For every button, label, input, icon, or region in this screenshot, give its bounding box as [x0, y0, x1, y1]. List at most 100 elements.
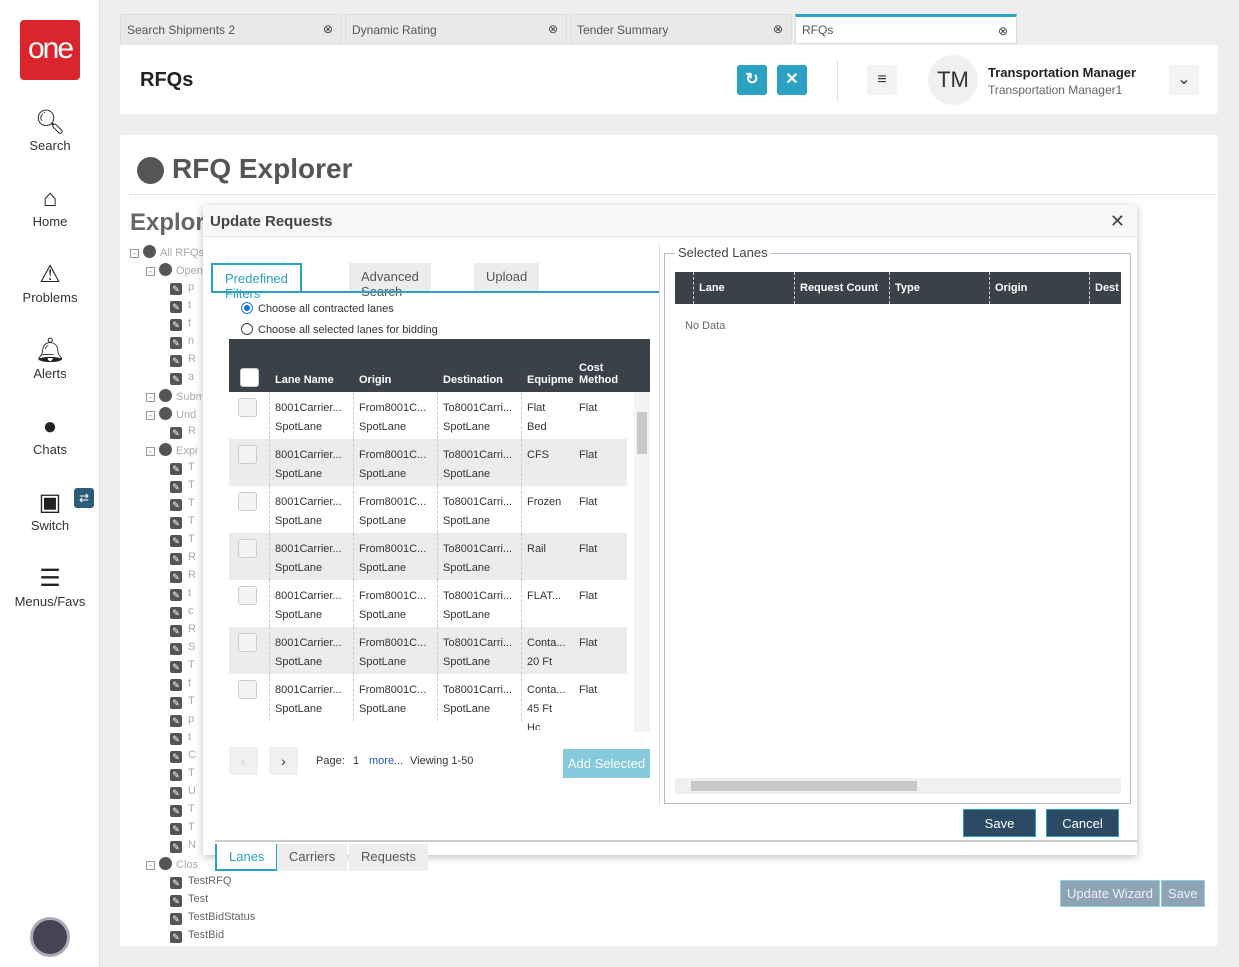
tree-item[interactable]: ✎ t: [170, 677, 191, 695]
tree-item[interactable]: ✎ t: [170, 731, 191, 749]
table-row[interactable]: 8001Carrier... SpotLane From8001C... SpotLa…: [229, 392, 627, 439]
radio-contracted-lanes[interactable]: Choose all contracted lanes: [241, 302, 394, 315]
close-icon[interactable]: ⊗: [548, 22, 558, 36]
close-icon[interactable]: ⊗: [323, 22, 333, 36]
tree-item[interactable]: - All RFQs: [130, 245, 204, 263]
tree-item[interactable]: ✎ R: [170, 551, 196, 569]
grid-scrollbar[interactable]: [634, 392, 650, 732]
collapse-icon[interactable]: -: [146, 861, 155, 870]
tree-item[interactable]: ✎ T: [170, 497, 195, 515]
tree-item[interactable]: ✎ Test: [170, 893, 208, 911]
nav-menus[interactable]: ☰ Menus/Favs: [0, 564, 100, 609]
nav-alerts[interactable]: 🔔︎ Alerts: [0, 336, 100, 381]
collapse-icon[interactable]: -: [146, 447, 155, 456]
nav-problems[interactable]: ⚠︎ Problems: [0, 260, 100, 305]
tree-item[interactable]: ✎ p: [170, 281, 194, 299]
table-row[interactable]: 8001Carrier... SpotLane From8001C... SpotLa…: [229, 674, 627, 730]
avatar[interactable]: TM: [928, 55, 978, 105]
collapse-icon[interactable]: -: [146, 393, 155, 402]
tree-item[interactable]: ✎ T: [170, 515, 195, 533]
row-checkbox[interactable]: [238, 633, 257, 652]
tree-item[interactable]: ✎ p: [170, 713, 194, 731]
tree-item[interactable]: ✎ TestBid: [170, 929, 224, 947]
horizontal-scrollbar[interactable]: [675, 778, 1121, 794]
tree-item[interactable]: ✎ N: [170, 839, 196, 857]
tab-advanced-search[interactable]: Advanced Search: [349, 263, 431, 299]
tab-lanes[interactable]: Lanes: [215, 844, 279, 871]
col-lane-name[interactable]: Lane Name: [275, 374, 334, 386]
tree-item[interactable]: ✎ T: [170, 695, 195, 713]
tree-item[interactable]: ✎ C: [170, 749, 196, 767]
tree-item[interactable]: - Clos: [146, 857, 198, 875]
app-logo[interactable]: one: [20, 20, 80, 80]
nav-search[interactable]: 🔍︎ Search: [0, 108, 100, 153]
tree-item[interactable]: ✎ t: [170, 317, 191, 335]
tab-tender-summary[interactable]: Tender Summary ⊗: [570, 14, 792, 44]
col-type[interactable]: Type: [889, 272, 920, 304]
tree-item[interactable]: ✎ TestBidStatus: [170, 911, 255, 929]
tab-carriers[interactable]: Carriers: [277, 844, 348, 871]
hamburger-menu-button[interactable]: ≡: [867, 65, 897, 95]
col-destination[interactable]: Destination: [443, 374, 503, 386]
update-wizard-button[interactable]: Update Wizard: [1060, 880, 1160, 907]
tree-item[interactable]: ✎ R: [170, 425, 196, 443]
tree-item[interactable]: ✎ T: [170, 461, 195, 479]
tree-item[interactable]: ✎ U: [170, 785, 196, 803]
row-checkbox[interactable]: [238, 445, 257, 464]
tree-item[interactable]: - Open: [146, 263, 203, 281]
close-button[interactable]: ✕: [777, 65, 807, 95]
table-row[interactable]: 8001Carrier... SpotLane From8001C... SpotLa…: [229, 580, 627, 627]
collapse-icon[interactable]: -: [146, 267, 155, 276]
dialog-save-button[interactable]: Save: [963, 809, 1036, 837]
col-origin[interactable]: Origin: [359, 374, 391, 386]
tab-predefined-filters[interactable]: Predefined Filters: [211, 263, 302, 301]
tree-item[interactable]: ✎ T: [170, 821, 195, 839]
tree-item[interactable]: - Expi: [146, 443, 197, 461]
tab-requests[interactable]: Requests: [349, 844, 428, 871]
tab-search-shipments[interactable]: Search Shipments 2 ⊗: [120, 14, 342, 44]
more-link[interactable]: more...: [369, 755, 403, 767]
splitter-handle[interactable]: [659, 245, 663, 805]
table-row[interactable]: 8001Carrier... SpotLane From8001C... SpotLa…: [229, 533, 627, 580]
close-icon[interactable]: ✕: [1110, 211, 1125, 232]
col-origin[interactable]: Origin: [989, 272, 1027, 304]
col-dest[interactable]: Dest: [1089, 272, 1119, 304]
tree-item[interactable]: ✎ a: [170, 371, 194, 389]
row-checkbox[interactable]: [238, 539, 257, 558]
prev-page-button[interactable]: ‹: [229, 747, 258, 775]
tree-item[interactable]: ✎ t: [170, 299, 191, 317]
tree-item[interactable]: ✎ n: [170, 335, 194, 353]
select-all-checkbox[interactable]: [240, 368, 259, 387]
row-checkbox[interactable]: [238, 680, 257, 699]
add-selected-button[interactable]: Add Selected: [563, 749, 650, 778]
tree-item[interactable]: ✎ c: [170, 605, 194, 623]
col-lane[interactable]: Lane: [693, 272, 725, 304]
radio-selected-lanes[interactable]: Choose all selected lanes for bidding: [241, 323, 438, 336]
tree-item[interactable]: ✎ T: [170, 533, 195, 551]
next-page-button[interactable]: ›: [269, 747, 298, 775]
col-request-count[interactable]: Request Count: [794, 272, 878, 304]
collapse-icon[interactable]: -: [146, 411, 155, 420]
close-icon[interactable]: ⊗: [773, 22, 783, 36]
tab-upload[interactable]: Upload: [474, 263, 540, 291]
tree-item[interactable]: ✎ R: [170, 353, 196, 371]
assistant-avatar[interactable]: [30, 917, 70, 957]
tree-item[interactable]: ✎ S: [170, 641, 195, 659]
row-checkbox[interactable]: [238, 586, 257, 605]
tree-item[interactable]: ✎ T: [170, 479, 195, 497]
col-cost-method[interactable]: Cost Method: [579, 362, 629, 386]
tree-item[interactable]: ✎ R: [170, 623, 196, 641]
tree-item[interactable]: ✎ TestRFQ: [170, 875, 231, 893]
tree-item[interactable]: ✎ t: [170, 587, 191, 605]
row-checkbox[interactable]: [238, 398, 257, 417]
tree-item[interactable]: ✎ T: [170, 659, 195, 677]
tree-item[interactable]: - Und: [146, 407, 196, 425]
close-icon[interactable]: ⊗: [998, 24, 1008, 38]
tab-rfqs[interactable]: RFQs ⊗: [795, 14, 1017, 44]
tree-item[interactable]: - Subm: [146, 389, 205, 407]
tree-item[interactable]: ✎ T: [170, 767, 195, 785]
table-row[interactable]: 8001Carrier... SpotLane From8001C... SpotLa…: [229, 439, 627, 486]
table-row[interactable]: 8001Carrier... SpotLane From8001C... SpotLa…: [229, 627, 627, 674]
nav-home[interactable]: ⌂ Home: [0, 184, 100, 229]
nav-chats[interactable]: ● Chats: [0, 412, 100, 457]
